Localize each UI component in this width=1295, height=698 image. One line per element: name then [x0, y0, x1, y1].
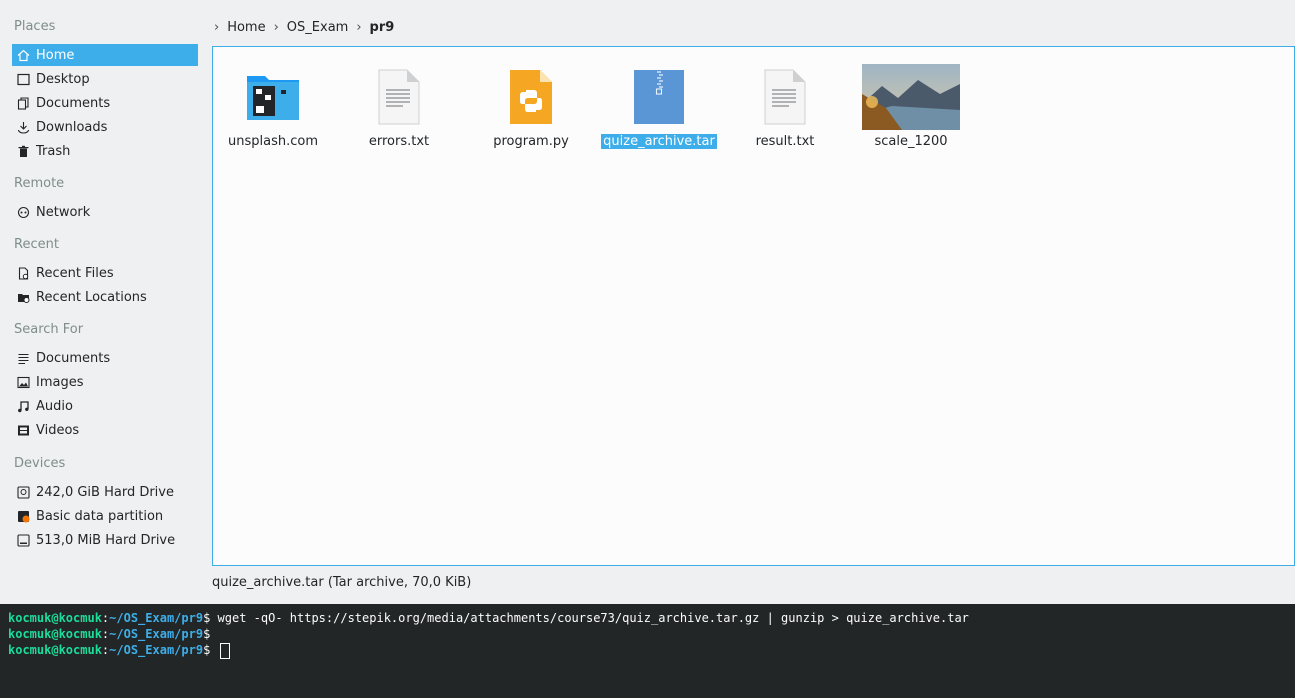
archive-file-icon	[599, 61, 719, 133]
section-places: Places	[14, 19, 56, 34]
place-trash[interactable]: Trash	[12, 140, 198, 162]
file-name: program.py	[493, 134, 569, 149]
prompt-user: kocmuk@kocmuk	[8, 627, 102, 641]
place-recent-files[interactable]: Recent Files	[12, 262, 198, 284]
section-search: Search For	[14, 322, 84, 337]
device-hard-drive-513[interactable]: 513,0 MiB Hard Drive	[12, 529, 198, 551]
hard-drive-icon	[14, 485, 32, 499]
file-name: unsplash.com	[228, 134, 318, 149]
recent-locations-icon	[14, 291, 32, 304]
terminal-line: kocmuk@kocmuk:~/OS_Exam/pr9$ wget -qO- h…	[8, 611, 969, 625]
videos-icon	[14, 424, 32, 437]
file-manager-window: Places Home Desktop Documents Downloads	[0, 0, 1295, 604]
section-remote: Remote	[14, 176, 65, 191]
chevron-right-icon: ›	[356, 19, 362, 35]
place-search-documents[interactable]: Documents	[12, 347, 198, 369]
file-name: result.txt	[755, 134, 815, 149]
place-network[interactable]: Network	[12, 201, 198, 223]
file-item-errors[interactable]: errors.txt	[339, 61, 459, 149]
file-name: quize_archive.tar	[601, 134, 717, 149]
audio-icon	[14, 400, 32, 413]
place-label: Documents	[36, 95, 111, 111]
device-basic-data-partition[interactable]: Basic data partition	[12, 505, 198, 527]
home-icon	[14, 49, 32, 62]
place-label: Downloads	[36, 119, 108, 135]
trash-icon	[14, 145, 32, 158]
place-label: Desktop	[36, 71, 90, 87]
file-item-unsplash[interactable]: unsplash.com	[213, 61, 333, 149]
place-label: Audio	[36, 398, 73, 414]
place-desktop[interactable]: Desktop	[12, 68, 198, 90]
terminal-cursor	[219, 642, 230, 659]
search-documents-icon	[14, 352, 32, 365]
folder-icon	[213, 61, 333, 133]
place-label: Home	[36, 47, 75, 63]
file-name: scale_1200	[874, 134, 948, 149]
prompt-path: ~/OS_Exam/pr9	[109, 643, 204, 657]
downloads-icon	[14, 121, 32, 134]
prompt-path: ~/OS_Exam/pr9	[109, 627, 204, 641]
place-videos[interactable]: Videos	[12, 419, 198, 441]
text-file-icon	[725, 61, 845, 133]
prompt-user: kocmuk@kocmuk	[8, 611, 102, 625]
device-hard-drive-242[interactable]: 242,0 GiB Hard Drive	[12, 481, 198, 503]
terminal-line: kocmuk@kocmuk:~/OS_Exam/pr9$	[8, 627, 211, 641]
documents-icon	[14, 96, 32, 110]
place-documents[interactable]: Documents	[12, 92, 198, 114]
status-bar-text: quize_archive.tar (Tar archive, 70,0 KiB…	[212, 575, 472, 590]
place-label: Images	[36, 374, 84, 390]
terminal-command: wget -qO- https://stepik.org/media/attac…	[217, 611, 969, 625]
prompt-user: kocmuk@kocmuk	[8, 643, 102, 657]
text-file-icon	[339, 61, 459, 133]
recent-files-icon	[14, 266, 32, 280]
network-icon	[14, 206, 32, 219]
file-item-quize-archive[interactable]: quize_archive.tar	[599, 61, 719, 149]
place-label: Documents	[36, 350, 111, 366]
image-thumbnail	[851, 61, 971, 133]
file-item-program[interactable]: program.py	[471, 61, 591, 149]
prompt-path: ~/OS_Exam/pr9	[109, 611, 204, 625]
desktop-icon	[14, 73, 32, 86]
breadcrumb-home[interactable]: Home	[227, 20, 265, 35]
terminal-line: kocmuk@kocmuk:~/OS_Exam/pr9$	[8, 642, 1287, 659]
place-home[interactable]: Home	[12, 44, 198, 66]
place-label: Basic data partition	[36, 508, 164, 524]
partition-icon	[14, 510, 32, 523]
file-view[interactable]: unsplash.com errors.txt program.py quize…	[212, 46, 1295, 566]
place-label: Videos	[36, 422, 80, 438]
terminal-panel[interactable]: kocmuk@kocmuk:~/OS_Exam/pr9$ wget -qO- h…	[0, 604, 1295, 698]
place-audio[interactable]: Audio	[12, 395, 198, 417]
places-panel: Places Home Desktop Documents Downloads	[0, 0, 206, 604]
hard-drive-icon	[14, 533, 32, 547]
place-label: Recent Locations	[36, 289, 147, 305]
breadcrumb-os-exam[interactable]: OS_Exam	[287, 20, 349, 35]
images-icon	[14, 376, 32, 389]
chevron-right-icon: ›	[273, 19, 279, 35]
place-label: Network	[36, 204, 91, 220]
section-recent: Recent	[14, 237, 59, 252]
file-item-scale-1200[interactable]: scale_1200	[851, 61, 971, 149]
file-name: errors.txt	[368, 134, 430, 149]
file-item-result[interactable]: result.txt	[725, 61, 845, 149]
place-label: 513,0 MiB Hard Drive	[36, 532, 176, 548]
python-file-icon	[471, 61, 591, 133]
section-devices: Devices	[14, 456, 66, 471]
place-images[interactable]: Images	[12, 371, 198, 393]
place-label: Recent Files	[36, 265, 114, 281]
place-downloads[interactable]: Downloads	[12, 116, 198, 138]
place-recent-locations[interactable]: Recent Locations	[12, 286, 198, 308]
place-label: Trash	[36, 143, 71, 159]
chevron-right-icon: ›	[214, 19, 220, 35]
breadcrumb: › Home › OS_Exam › pr9	[212, 14, 394, 40]
place-label: 242,0 GiB Hard Drive	[36, 484, 174, 500]
breadcrumb-pr9[interactable]: pr9	[370, 20, 395, 35]
